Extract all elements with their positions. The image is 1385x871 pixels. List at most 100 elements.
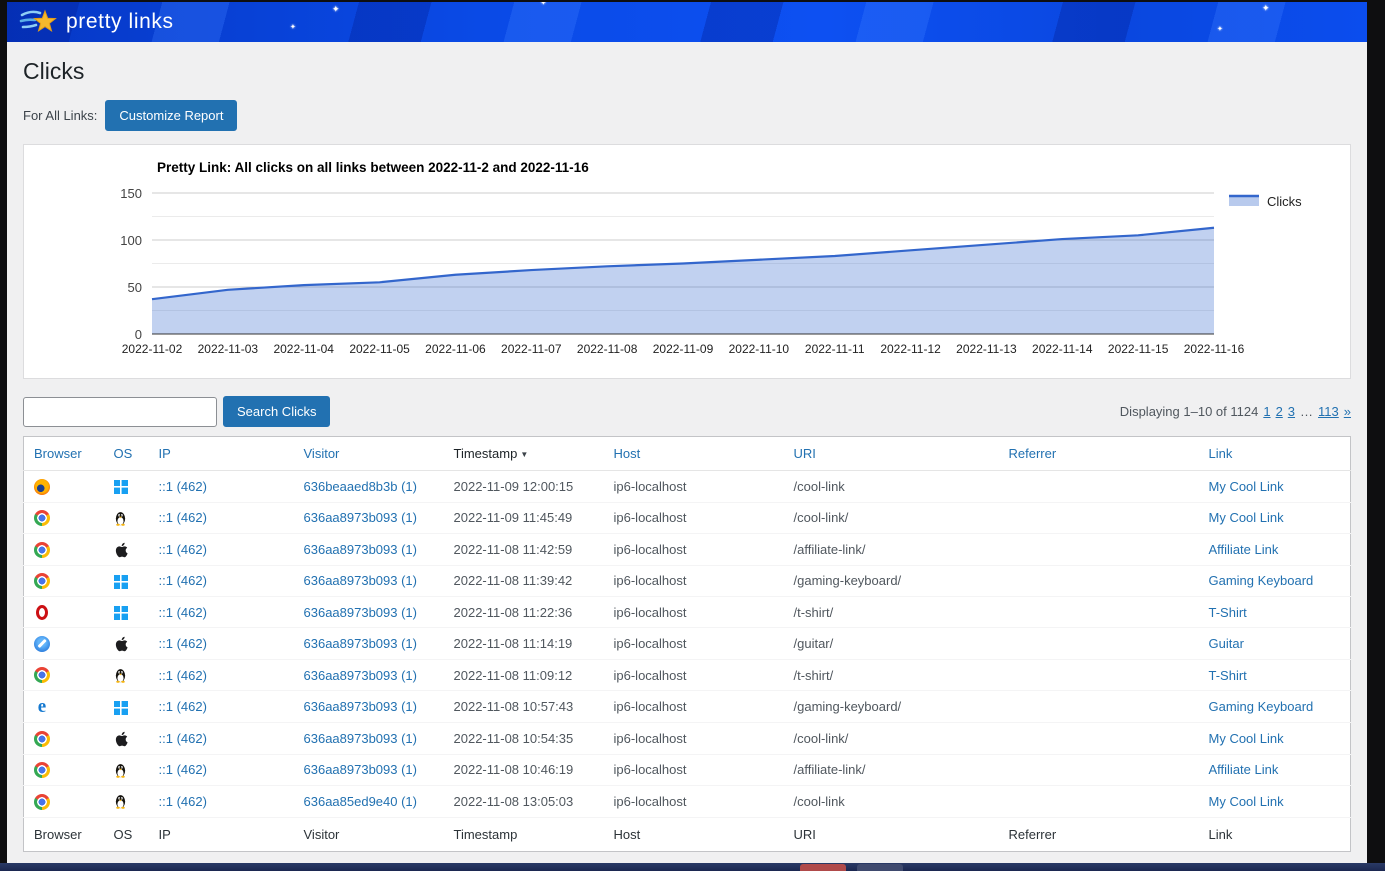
pretty-link-link[interactable]: My Cool Link bbox=[1209, 479, 1284, 494]
pretty-link-link[interactable]: T-Shirt bbox=[1209, 605, 1247, 620]
pretty-links-logo: pretty links bbox=[19, 6, 174, 37]
column-header-visitor[interactable]: Visitor bbox=[304, 446, 340, 461]
table-row: ::1 (462)636aa8973b093 (1)2022-11-08 11:… bbox=[24, 628, 1351, 660]
host-cell: ip6-localhost bbox=[604, 723, 784, 755]
ip-link[interactable]: ::1 (462) bbox=[159, 542, 207, 557]
table-footer-row: Browser OS IP Visitor Timestamp Host URI… bbox=[24, 817, 1351, 851]
linux-icon bbox=[114, 762, 127, 777]
ip-link[interactable]: ::1 (462) bbox=[159, 479, 207, 494]
host-cell: ip6-localhost bbox=[604, 534, 784, 566]
host-cell: ip6-localhost bbox=[604, 502, 784, 534]
host-cell: ip6-localhost bbox=[604, 754, 784, 786]
pagination-ellipsis: … bbox=[1300, 404, 1313, 419]
browser-cell: e bbox=[24, 691, 104, 723]
pretty-link-link[interactable]: My Cool Link bbox=[1209, 794, 1284, 809]
ip-link[interactable]: ::1 (462) bbox=[159, 794, 207, 809]
pretty-link-link[interactable]: Guitar bbox=[1209, 636, 1244, 651]
visitor-link[interactable]: 636aa8973b093 (1) bbox=[304, 668, 418, 683]
os-cell bbox=[104, 691, 149, 723]
visitor-link[interactable]: 636aa8973b093 (1) bbox=[304, 762, 418, 777]
background-red-button bbox=[800, 864, 846, 871]
ip-link[interactable]: ::1 (462) bbox=[159, 699, 207, 714]
column-header-host[interactable]: Host bbox=[614, 446, 641, 461]
svg-text:2022-11-16: 2022-11-16 bbox=[1184, 342, 1245, 356]
referrer-cell bbox=[999, 754, 1199, 786]
uri-cell: /cool-link/ bbox=[784, 723, 999, 755]
search-box: Search Clicks bbox=[23, 396, 330, 427]
sparkle-icon: ✦ bbox=[540, 2, 547, 7]
svg-text:150: 150 bbox=[120, 186, 142, 201]
visitor-link[interactable]: 636beaaed8b3b (1) bbox=[304, 479, 418, 494]
column-header-os[interactable]: OS bbox=[114, 446, 133, 461]
ip-link[interactable]: ::1 (462) bbox=[159, 573, 207, 588]
table-header-row: Browser OS IP Visitor Timestamp▼ Host UR… bbox=[24, 437, 1351, 471]
referrer-cell bbox=[999, 502, 1199, 534]
visitor-link[interactable]: 636aa8973b093 (1) bbox=[304, 573, 418, 588]
column-header-timestamp[interactable]: Timestamp▼ bbox=[444, 437, 604, 471]
page-link-2[interactable]: 2 bbox=[1276, 404, 1283, 419]
sparkle-icon: ✦ bbox=[1262, 4, 1270, 13]
svg-text:2022-11-03: 2022-11-03 bbox=[198, 342, 259, 356]
chrome-icon bbox=[34, 794, 50, 810]
column-header-browser[interactable]: Browser bbox=[34, 446, 82, 461]
visitor-link[interactable]: 636aa85ed9e40 (1) bbox=[304, 794, 418, 809]
search-clicks-input[interactable] bbox=[23, 397, 217, 427]
svg-text:2022-11-13: 2022-11-13 bbox=[956, 342, 1017, 356]
ip-link[interactable]: ::1 (462) bbox=[159, 668, 207, 683]
page-title: Clicks bbox=[23, 58, 1351, 85]
visitor-link[interactable]: 636aa8973b093 (1) bbox=[304, 699, 418, 714]
logo-wordmark: pretty links bbox=[66, 10, 174, 34]
browser-cell bbox=[24, 628, 104, 660]
customize-report-button[interactable]: Customize Report bbox=[105, 100, 237, 131]
column-header-uri[interactable]: URI bbox=[794, 446, 816, 461]
ip-link[interactable]: ::1 (462) bbox=[159, 636, 207, 651]
pretty-link-link[interactable]: Gaming Keyboard bbox=[1209, 699, 1314, 714]
page-link-last[interactable]: 113 bbox=[1318, 404, 1339, 419]
column-header-link[interactable]: Link bbox=[1209, 446, 1233, 461]
svg-text:2022-11-06: 2022-11-06 bbox=[425, 342, 486, 356]
pretty-link-link[interactable]: T-Shirt bbox=[1209, 668, 1247, 683]
timestamp-cell: 2022-11-09 12:00:15 bbox=[444, 471, 604, 503]
table-row: ::1 (462)636aa8973b093 (1)2022-11-08 11:… bbox=[24, 597, 1351, 628]
visitor-link[interactable]: 636aa8973b093 (1) bbox=[304, 605, 418, 620]
windows-icon bbox=[114, 699, 128, 714]
os-cell bbox=[104, 565, 149, 597]
firefox-icon bbox=[34, 479, 50, 495]
timestamp-cell: 2022-11-08 13:05:03 bbox=[444, 786, 604, 818]
browser-cell bbox=[24, 786, 104, 818]
ip-link[interactable]: ::1 (462) bbox=[159, 762, 207, 777]
pretty-link-link[interactable]: Affiliate Link bbox=[1209, 762, 1279, 777]
search-clicks-button[interactable]: Search Clicks bbox=[223, 396, 330, 427]
browser-cell bbox=[24, 597, 104, 628]
edge-icon: e bbox=[34, 699, 50, 715]
column-header-ip[interactable]: IP bbox=[159, 446, 171, 461]
visitor-link[interactable]: 636aa8973b093 (1) bbox=[304, 636, 418, 651]
pretty-link-link[interactable]: Affiliate Link bbox=[1209, 542, 1279, 557]
pretty-link-link[interactable]: My Cool Link bbox=[1209, 510, 1284, 525]
table-row: ::1 (462)636aa8973b093 (1)2022-11-08 11:… bbox=[24, 659, 1351, 691]
ip-link[interactable]: ::1 (462) bbox=[159, 731, 207, 746]
sparkle-icon: ✦ bbox=[290, 24, 296, 31]
page-link-3[interactable]: 3 bbox=[1288, 404, 1295, 419]
report-bar: For All Links: Customize Report bbox=[23, 100, 1351, 131]
browser-cell bbox=[24, 565, 104, 597]
page-link-1[interactable]: 1 bbox=[1263, 404, 1270, 419]
page-link-next[interactable]: » bbox=[1344, 404, 1351, 419]
os-cell bbox=[104, 597, 149, 628]
visitor-link[interactable]: 636aa8973b093 (1) bbox=[304, 731, 418, 746]
pretty-link-link[interactable]: Gaming Keyboard bbox=[1209, 573, 1314, 588]
ip-link[interactable]: ::1 (462) bbox=[159, 605, 207, 620]
ip-link[interactable]: ::1 (462) bbox=[159, 510, 207, 525]
visitor-link[interactable]: 636aa8973b093 (1) bbox=[304, 542, 418, 557]
os-cell bbox=[104, 471, 149, 503]
visitor-link[interactable]: 636aa8973b093 (1) bbox=[304, 510, 418, 525]
timestamp-cell: 2022-11-09 11:45:49 bbox=[444, 502, 604, 534]
uri-cell: /guitar/ bbox=[784, 628, 999, 660]
windows-icon bbox=[114, 479, 128, 494]
clicks-table: Browser OS IP Visitor Timestamp▼ Host UR… bbox=[23, 436, 1351, 852]
footer-header-link: Link bbox=[1199, 817, 1351, 851]
pretty-link-link[interactable]: My Cool Link bbox=[1209, 731, 1284, 746]
column-header-referrer[interactable]: Referrer bbox=[1009, 446, 1057, 461]
referrer-cell bbox=[999, 471, 1199, 503]
svg-text:2022-11-02: 2022-11-02 bbox=[122, 342, 183, 356]
